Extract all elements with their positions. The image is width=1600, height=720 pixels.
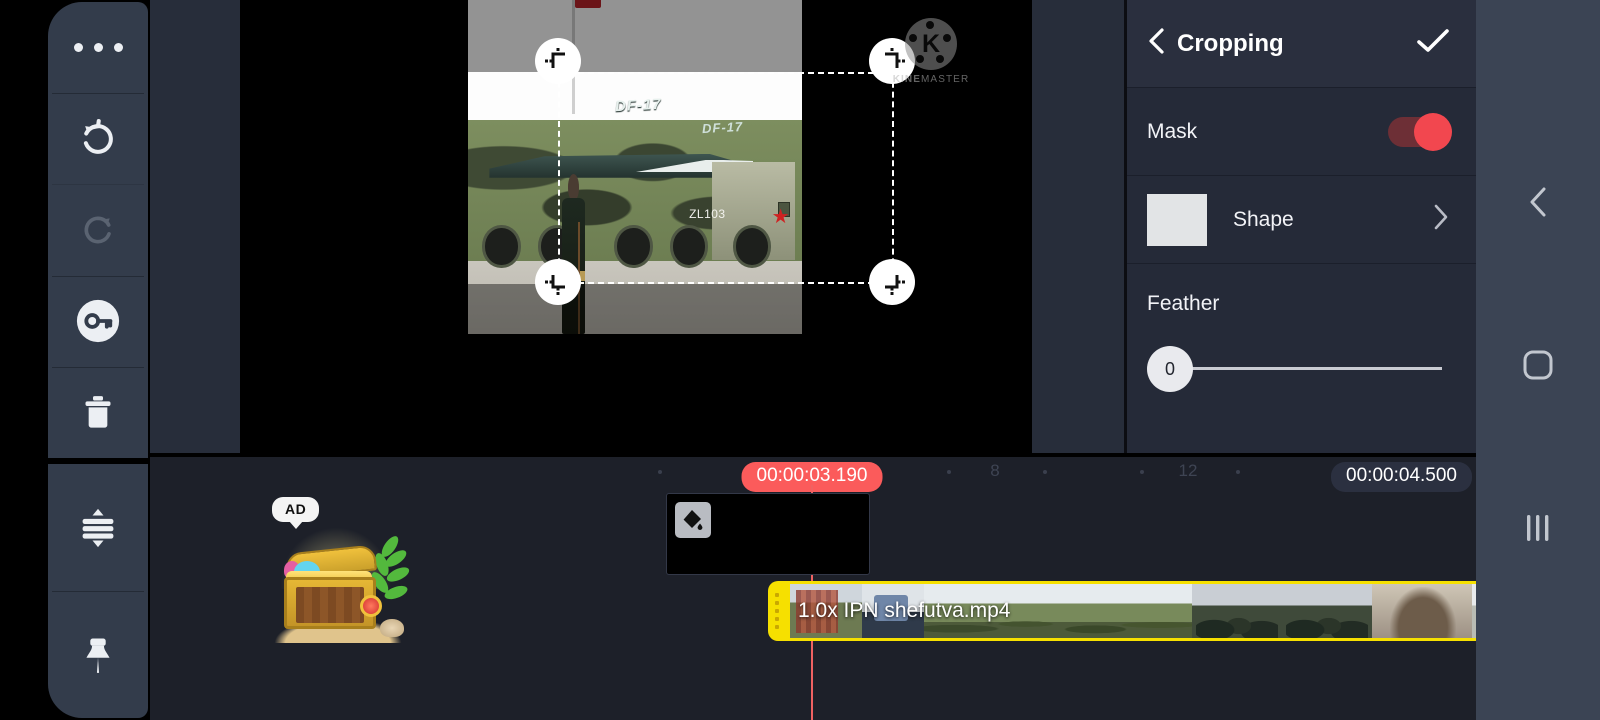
clip-trim-handle-left[interactable] xyxy=(775,593,779,629)
timeline-ruler[interactable]: 8 12 00:00:03.190 00:00:04.500 xyxy=(150,457,1476,492)
clip-thumbnail-strip xyxy=(790,584,1476,638)
clip-thumbnail xyxy=(862,584,924,638)
kinemaster-editor-screen: ZL103 ★ DF-17 DF-17 K KINEMASTER Croppin… xyxy=(0,0,1600,720)
preview-area: ZL103 ★ DF-17 DF-17 K KINEMASTER xyxy=(150,0,1124,453)
shape-chevron-button[interactable] xyxy=(1432,203,1450,236)
crop-handle-bottom-left[interactable] xyxy=(535,259,581,305)
mask-label: Mask xyxy=(1147,119,1198,143)
panel-title: Cropping xyxy=(1177,29,1284,57)
clip-thumbnail xyxy=(1372,584,1472,638)
timeline-area[interactable]: 8 12 00:00:03.190 00:00:04.500 AD 1.0x I… xyxy=(150,457,1476,720)
cropping-options-panel: Cropping Mask Shape Feather 0 xyxy=(1124,0,1476,453)
paint-bucket-icon xyxy=(675,502,711,538)
ruler-label: 12 xyxy=(1178,461,1198,480)
more-options-button[interactable] xyxy=(48,2,148,93)
preview-canvas[interactable]: ZL103 ★ DF-17 DF-17 K KINEMASTER xyxy=(240,0,1032,453)
redo-icon xyxy=(84,216,111,244)
clip-thumbnail xyxy=(1282,584,1372,638)
expand-timeline-button[interactable] xyxy=(48,464,148,591)
ad-badge: AD xyxy=(272,497,320,529)
feather-section: Feather 0 xyxy=(1127,264,1476,392)
corner-handle-icon xyxy=(545,275,565,295)
ellipsis-icon xyxy=(73,43,123,53)
shape-label: Shape xyxy=(1233,207,1294,231)
delete-button[interactable] xyxy=(48,366,148,458)
mask-toggle[interactable] xyxy=(1388,112,1452,151)
crop-dim-bottom xyxy=(468,284,802,334)
clip-thumbnail xyxy=(790,584,862,638)
layer-clip[interactable] xyxy=(666,493,870,575)
kinemaster-logo-letter: K xyxy=(921,29,941,58)
feather-slider[interactable]: 0 xyxy=(1147,346,1450,392)
chevron-left-icon xyxy=(1530,187,1546,217)
back-button[interactable] xyxy=(1145,26,1167,61)
crop-rectangle[interactable] xyxy=(558,72,894,284)
ruler-label: 8 xyxy=(990,461,1000,480)
panel-header: Cropping xyxy=(1127,0,1476,88)
trash-icon xyxy=(85,396,111,429)
three-bars-icon xyxy=(1527,515,1549,542)
pin-icon xyxy=(86,638,110,673)
feather-slider-thumb[interactable]: 0 xyxy=(1147,346,1193,392)
nav-home-button[interactable] xyxy=(1521,348,1555,382)
crop-handle-top-left[interactable] xyxy=(535,38,581,84)
android-navigation-bar xyxy=(1476,0,1600,720)
lock-unlock-button[interactable] xyxy=(48,275,148,367)
treasure-chest-icon xyxy=(274,527,412,643)
mask-toggle-knob xyxy=(1414,112,1452,151)
tool-rail-group-bottom xyxy=(48,464,148,718)
kinemaster-watermark: K KINEMASTER xyxy=(888,18,974,85)
clip-thumbnail xyxy=(924,584,1192,638)
feather-slider-track[interactable] xyxy=(1167,367,1442,370)
wordmark-light: MASTER xyxy=(921,74,970,85)
video-clip[interactable]: 1.0x IPN shefutva.mp4 xyxy=(768,581,1476,641)
tool-rail-group-top xyxy=(48,2,148,458)
undo-icon xyxy=(83,118,113,154)
chevron-right-icon xyxy=(1434,204,1448,230)
shape-row[interactable]: Shape xyxy=(1127,176,1476,264)
photo-wheel xyxy=(482,225,521,268)
mask-row[interactable]: Mask xyxy=(1127,88,1476,176)
feather-value: 0 xyxy=(1164,358,1175,379)
kinemaster-logo-icon: K xyxy=(905,18,957,70)
check-icon xyxy=(1417,29,1449,52)
crop-handle-bottom-right[interactable] xyxy=(869,259,915,305)
nav-back-button[interactable] xyxy=(1523,185,1553,219)
pin-button[interactable] xyxy=(48,591,148,718)
kinemaster-wordmark: KINEMASTER xyxy=(888,74,974,85)
shape-swatch[interactable] xyxy=(1147,193,1207,246)
clip-thumbnail xyxy=(1192,584,1282,638)
key-icon xyxy=(76,300,120,343)
square-rounded-icon xyxy=(1523,350,1553,380)
wordmark-bold: KINE xyxy=(892,74,921,85)
expand-vertical-icon xyxy=(82,508,114,547)
feather-label: Feather xyxy=(1147,292,1220,315)
redo-button[interactable] xyxy=(48,184,148,275)
total-duration-badge: 00:00:04.500 xyxy=(1331,462,1472,492)
undo-button[interactable] xyxy=(48,93,148,184)
nav-recents-button[interactable] xyxy=(1522,511,1554,545)
ad-banner[interactable]: AD xyxy=(260,497,440,647)
left-tool-rail xyxy=(48,2,148,718)
chevron-left-icon xyxy=(1149,28,1164,54)
corner-handle-icon xyxy=(545,48,565,68)
confirm-button[interactable] xyxy=(1416,27,1450,60)
corner-handle-icon xyxy=(885,275,905,295)
crop-dim-top xyxy=(468,0,802,72)
